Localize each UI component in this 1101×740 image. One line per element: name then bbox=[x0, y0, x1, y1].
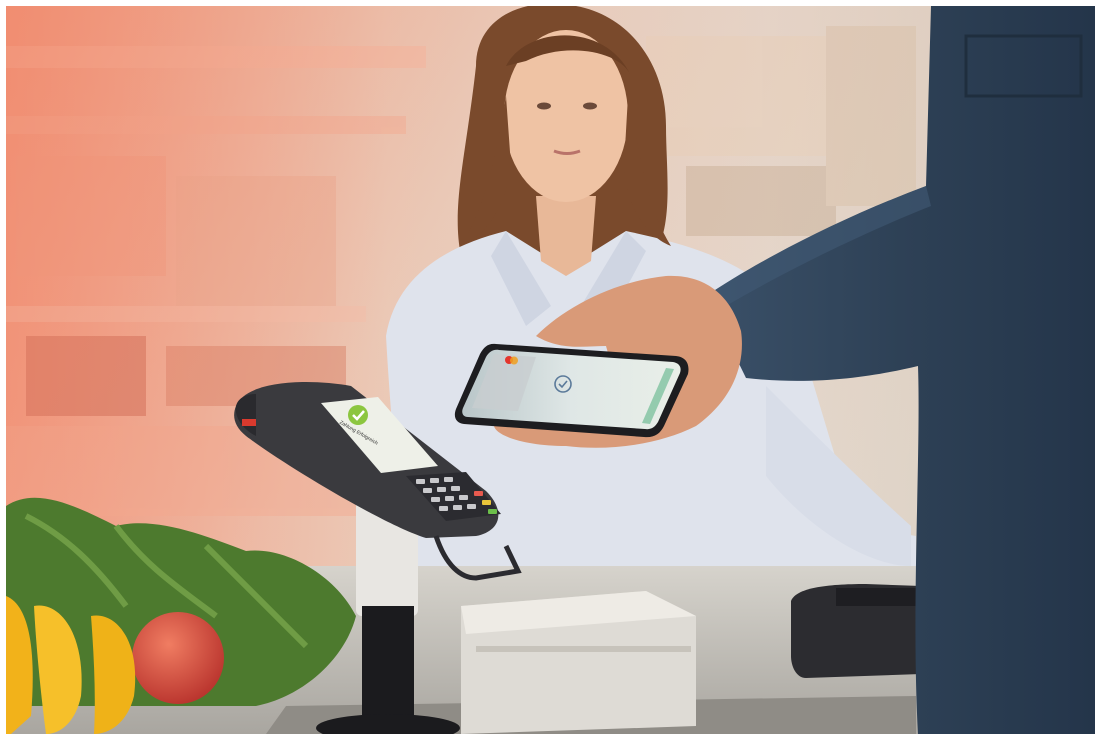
mastercard-icon bbox=[505, 356, 518, 365]
photo-frame: Zahlung Erfolgreich bbox=[6, 6, 1095, 734]
apple bbox=[132, 612, 224, 704]
terminal-led bbox=[242, 419, 256, 426]
check-icon bbox=[348, 405, 368, 425]
smartphone bbox=[454, 343, 689, 438]
checkout-payment-photo: Zahlung Erfolgreich bbox=[6, 6, 1095, 734]
card-dock bbox=[791, 584, 921, 678]
receipt-printer bbox=[461, 591, 696, 734]
